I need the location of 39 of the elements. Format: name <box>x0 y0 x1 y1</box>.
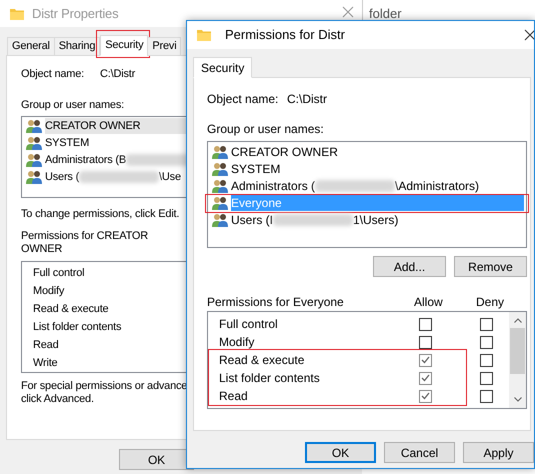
section-label: Permissions for Everyone <box>207 294 345 309</box>
user-name: Administrators ( <box>231 178 316 194</box>
section-label: Group or user names: <box>207 121 324 138</box>
hint-text: click Advanced. <box>21 393 94 406</box>
permission-name: Full control <box>218 316 279 333</box>
permission-name: Read & execute <box>33 302 108 317</box>
permission-name: Full control <box>33 266 84 281</box>
user-name: Users (I <box>231 212 273 228</box>
user-name-end: 1\Users) <box>353 212 398 228</box>
user-name: SYSTEM <box>231 160 280 178</box>
hint-text: To change permissions, click Edit. <box>21 206 180 222</box>
column-header: Deny <box>476 294 504 309</box>
hint-text: For special permissions or advance <box>21 380 188 393</box>
user-name: CREATOR OWNER <box>231 144 338 160</box>
user-name: CREATOR OWNER <box>45 118 140 134</box>
column-header: Allow <box>414 294 444 309</box>
window-title: Permissions for Distr <box>225 26 345 44</box>
field-value: C:\Distr <box>100 67 136 82</box>
permission-name: List folder contents <box>218 370 321 387</box>
section-label: Group or user names: <box>21 98 124 113</box>
field-value: C:\Distr <box>287 91 327 106</box>
user-name: Administrators (B <box>45 152 126 168</box>
user-name: Users ( <box>45 170 80 185</box>
window-title: Distr Properties <box>32 4 118 23</box>
permission-name: Read <box>218 388 249 405</box>
user-name-end: \Administrators) <box>395 178 480 194</box>
field-label: Object name: <box>21 67 86 82</box>
field-label: Object name: <box>207 91 280 106</box>
window-title: folder <box>369 5 402 23</box>
user-name: SYSTEM <box>45 136 90 151</box>
permission-name: Read & execute <box>218 352 306 369</box>
user-name: Everyone <box>231 194 282 212</box>
user-name-end: \Use <box>159 170 181 185</box>
permission-name: Write <box>33 356 58 371</box>
permission-name: Read <box>33 338 58 353</box>
permission-name: Modify <box>33 284 64 299</box>
permission-name: List folder contents <box>33 320 122 335</box>
permission-name: Modify <box>218 334 256 351</box>
section-label: Permissions for CREATOR OWNER <box>21 230 150 256</box>
